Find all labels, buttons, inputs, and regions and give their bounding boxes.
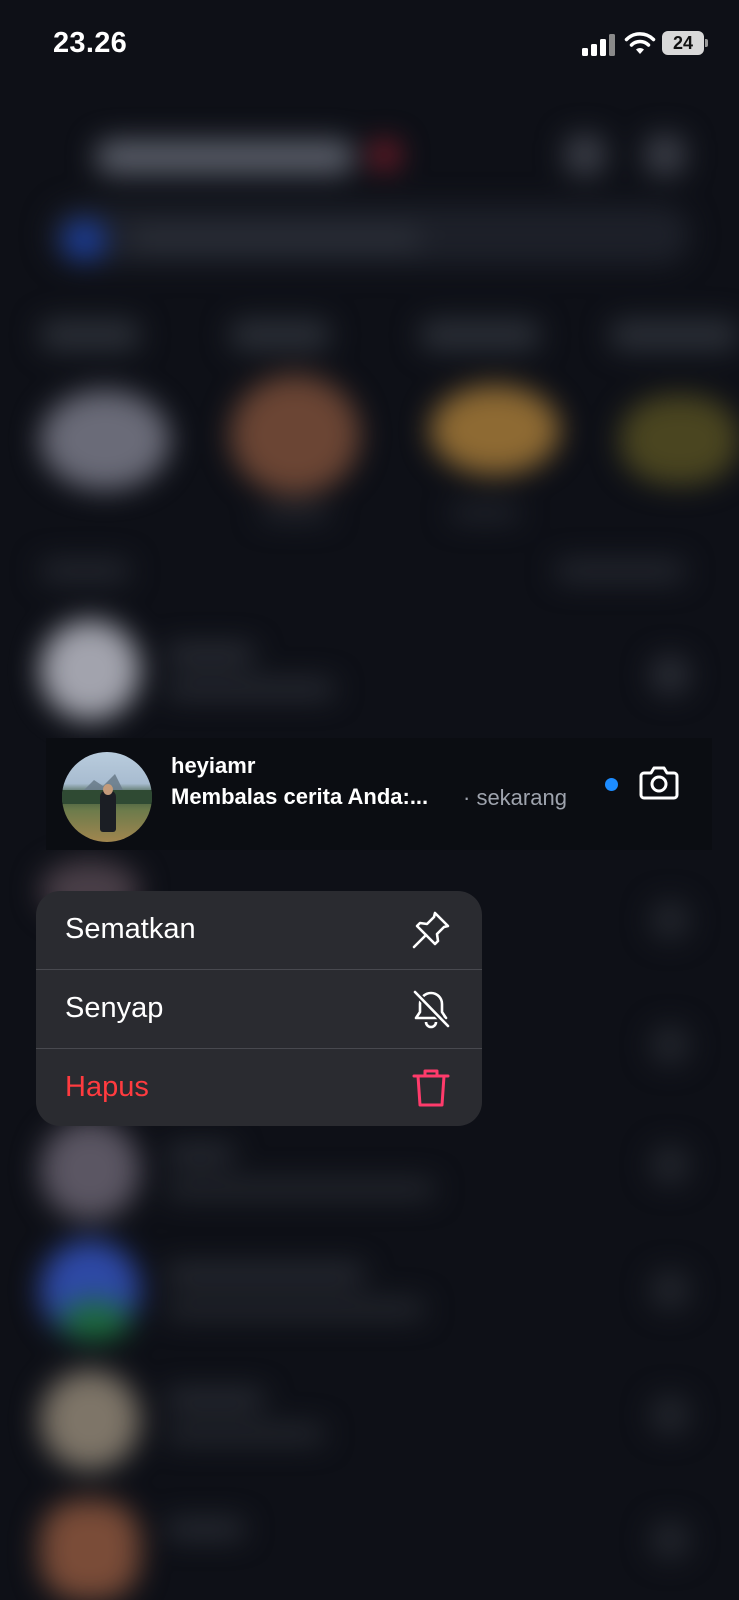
menu-item-label: Hapus <box>65 1071 149 1103</box>
thread-row[interactable]: heyiamr Membalas cerita Anda:... · sekar… <box>46 738 712 850</box>
avatar[interactable] <box>62 752 152 842</box>
cellular-signal-icon <box>582 34 615 56</box>
menu-item-delete[interactable]: Hapus <box>36 1049 482 1126</box>
status-bar: 23.26 24 <box>0 0 739 90</box>
menu-item-mute[interactable]: Senyap <box>36 970 482 1048</box>
thread-username: heyiamr <box>171 753 256 778</box>
battery-level: 24 <box>672 33 694 53</box>
camera-icon[interactable] <box>639 763 679 801</box>
thread-timestamp: · sekarang <box>463 785 567 810</box>
wifi-icon <box>624 32 656 54</box>
thread-preview: Membalas cerita Anda:... <box>171 784 429 809</box>
menu-item-pin[interactable]: Sematkan <box>36 891 482 969</box>
bell-off-icon <box>412 989 451 1029</box>
unread-dot <box>605 778 618 791</box>
battery-icon: 24 <box>662 31 708 55</box>
menu-item-label: Sematkan <box>65 913 196 945</box>
status-time: 23.26 <box>53 27 128 59</box>
pin-icon <box>412 911 450 949</box>
context-menu: Sematkan Senyap Hapus <box>36 891 482 1126</box>
menu-item-label: Senyap <box>65 992 164 1024</box>
trash-icon <box>412 1069 450 1107</box>
